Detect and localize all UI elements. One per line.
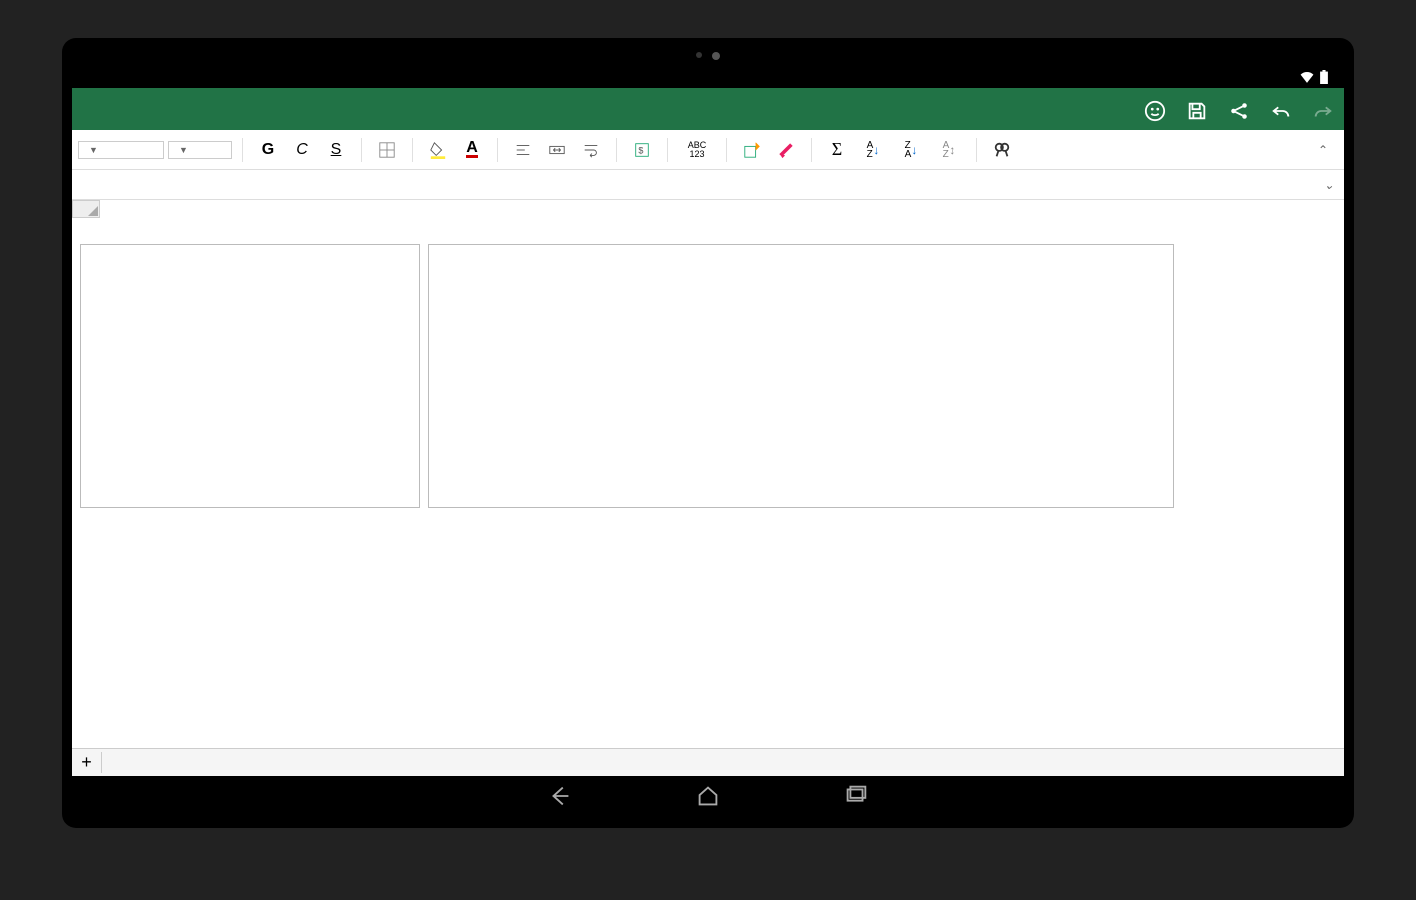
fill-color-button[interactable] [423, 135, 453, 165]
android-status-bar [72, 68, 1344, 88]
wifi-icon [1300, 71, 1314, 86]
delete-cells-button[interactable] [771, 135, 801, 165]
page-caption [0, 0, 1416, 38]
recent-apps-icon[interactable] [842, 782, 870, 815]
wrap-text-button[interactable] [576, 135, 606, 165]
currency-format-button[interactable]: $ [627, 135, 657, 165]
borders-button[interactable] [372, 135, 402, 165]
home-icon[interactable] [694, 782, 722, 815]
bar-chart[interactable] [428, 244, 1174, 508]
merge-button[interactable] [542, 135, 572, 165]
autosum-button[interactable]: Σ [822, 135, 852, 165]
bold-button[interactable]: G [253, 135, 283, 165]
insert-cells-button[interactable] [737, 135, 767, 165]
collapse-ribbon-button[interactable]: ⌃ [1308, 135, 1338, 165]
spreadsheet-grid[interactable] [72, 218, 1344, 748]
back-icon[interactable] [546, 782, 574, 815]
formula-bar[interactable]: ⌄ [72, 170, 1344, 200]
number-format-button[interactable]: ABC123 [678, 135, 716, 165]
battery-icon [1320, 70, 1328, 87]
smiley-icon[interactable] [1144, 100, 1166, 127]
font-size-dropdown[interactable]: ▼ [168, 141, 232, 159]
share-icon[interactable] [1228, 100, 1250, 127]
redo-icon[interactable] [1312, 100, 1334, 127]
camera-icon [696, 52, 720, 60]
svg-text:$: $ [638, 145, 643, 155]
android-nav-bar [72, 776, 1344, 820]
ribbon-tabs [72, 96, 1344, 130]
font-name-dropdown[interactable]: ▼ [78, 141, 164, 159]
pie-chart[interactable] [80, 244, 420, 508]
italic-button[interactable]: C [287, 135, 317, 165]
undo-icon[interactable] [1270, 100, 1292, 127]
save-icon[interactable] [1186, 100, 1208, 127]
sort-custom-button[interactable]: AZ↕ [932, 135, 966, 165]
select-all-corner[interactable] [72, 200, 100, 218]
document-title-bar [72, 88, 1344, 96]
align-button[interactable] [508, 135, 538, 165]
sort-asc-button[interactable]: AZ↓ [856, 135, 890, 165]
find-button[interactable] [987, 135, 1017, 165]
formula-expand-icon[interactable]: ⌄ [1324, 178, 1334, 192]
tablet-frame: ▼ ▼ G C S A $ ABC123 Σ AZ↓ ZA↓ [62, 38, 1354, 828]
underline-button[interactable]: S [321, 135, 351, 165]
font-color-button[interactable]: A [457, 135, 487, 165]
home-toolbar: ▼ ▼ G C S A $ ABC123 Σ AZ↓ ZA↓ [72, 130, 1344, 170]
sort-desc-button[interactable]: ZA↓ [894, 135, 928, 165]
sheet-tabs-bar: + [72, 748, 1344, 776]
add-sheet-button[interactable]: + [72, 752, 102, 773]
